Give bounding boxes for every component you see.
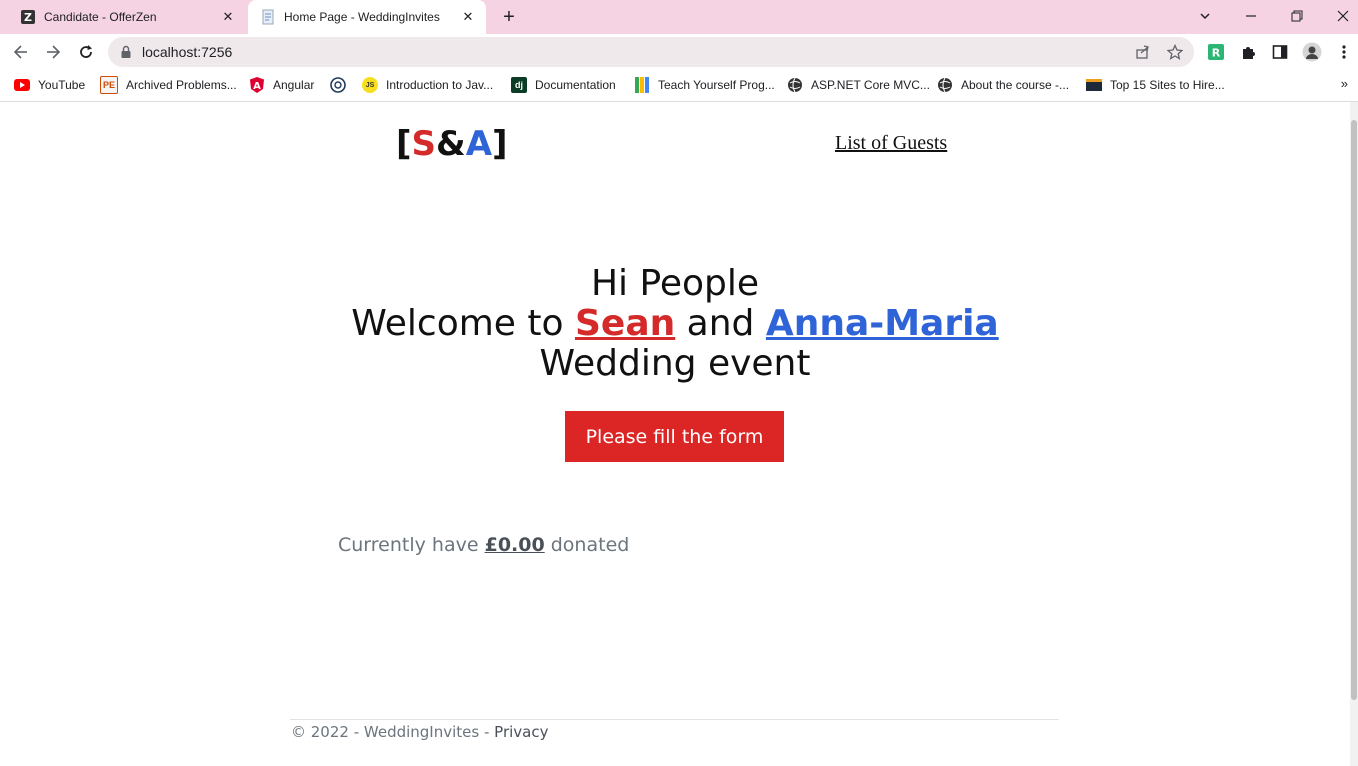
globe-icon [937, 77, 953, 93]
extension-r-icon[interactable]: R [1206, 42, 1226, 62]
bookmark-angular[interactable]: A Angular [249, 76, 314, 94]
bookmark-star-icon[interactable] [1166, 43, 1184, 61]
bookmark-youtube[interactable]: YouTube [14, 76, 85, 94]
page-scrollbar[interactable] [1350, 102, 1358, 766]
bookmark-top-15-sites[interactable]: Top 15 Sites to Hire... [1086, 76, 1225, 94]
privacy-link[interactable]: Privacy [494, 723, 548, 741]
address-bar[interactable]: localhost:7256 [108, 37, 1194, 67]
bookmark-label: About the course -... [961, 78, 1070, 92]
bookmark-label: Introduction to Jav... [386, 78, 494, 92]
restore-icon[interactable] [1286, 5, 1308, 27]
bookmark-colored-icon [634, 77, 650, 93]
js-icon: JS [362, 77, 378, 93]
tab-offerzen[interactable]: Z Candidate - OfferZen ✕ [8, 0, 246, 34]
menu-dots-icon[interactable] [1334, 42, 1354, 62]
footer-divider [290, 719, 1059, 720]
profile-avatar-icon[interactable] [1302, 42, 1322, 62]
tab-title: Candidate - OfferZen [44, 10, 157, 24]
lock-icon[interactable] [120, 45, 132, 64]
close-tab-icon[interactable]: ✕ [460, 9, 476, 25]
tab-search-chevron-icon[interactable] [1194, 5, 1216, 27]
welcome-heading: Hi People Welcome to Sean and Anna-Maria… [0, 264, 1350, 384]
offerzen-favicon-icon: Z [20, 9, 36, 25]
reload-icon[interactable] [75, 41, 97, 63]
side-panel-icon[interactable] [1270, 42, 1290, 62]
bookmark-label: Documentation [535, 78, 616, 92]
bookmark-label: Angular [273, 78, 315, 92]
minimize-icon[interactable] [1240, 5, 1262, 27]
share-icon[interactable] [1134, 43, 1152, 61]
brand-ampersand: & [436, 124, 466, 164]
donation-amount-link[interactable]: £0.00 [485, 534, 545, 556]
bookmark-documentation[interactable]: dj Documentation [511, 76, 616, 94]
youtube-icon [14, 77, 30, 93]
bookmark-aspnet[interactable]: ASP.NET Core MVC... [787, 76, 930, 94]
svg-text:A: A [253, 81, 261, 92]
bookmark-label: ASP.NET Core MVC... [811, 78, 930, 92]
bookmark-globe[interactable] [330, 76, 354, 94]
tab-strip: Z Candidate - OfferZen ✕ Home Page - Wed… [0, 0, 1358, 34]
scrollbar-thumb[interactable] [1351, 120, 1357, 700]
web-page: [S&A] List of Guests Hi People Welcome t… [0, 102, 1350, 766]
brand-bracket-open: [ [396, 124, 412, 164]
brand-logo[interactable]: [S&A] [396, 124, 508, 164]
brand-bracket-close: ] [492, 124, 508, 164]
bookmark-archived-problems[interactable]: PE Archived Problems... [100, 76, 237, 94]
footer-copyright: © 2022 - WeddingInvites - [291, 723, 495, 741]
bookmark-intro-javascript[interactable]: JS Introduction to Jav... [362, 76, 493, 94]
back-arrow-icon[interactable] [10, 41, 32, 63]
name-sean-link[interactable]: Sean [575, 303, 675, 344]
event-line: Wedding event [539, 343, 811, 384]
more-bookmarks-chevron-icon[interactable]: » [1341, 76, 1348, 91]
welcome-and: and [675, 303, 766, 344]
bookmarks-bar: YouTube PE Archived Problems... A Angula… [0, 70, 1358, 102]
name-anna-maria-link[interactable]: Anna-Maria [766, 303, 999, 344]
fill-form-button[interactable]: Please fill the form [565, 411, 784, 462]
django-icon: dj [511, 77, 527, 93]
bookmark-label: Archived Problems... [126, 78, 237, 92]
url-text: localhost:7256 [142, 44, 233, 60]
globe-icon [330, 77, 346, 93]
donation-status: Currently have £0.00 donated [338, 534, 629, 556]
tab-wedding-invites[interactable]: Home Page - WeddingInvites ✕ [248, 0, 486, 34]
extensions-puzzle-icon[interactable] [1238, 42, 1258, 62]
close-tab-icon[interactable]: ✕ [220, 9, 236, 25]
globe-icon [787, 77, 803, 93]
bookmark-label: Teach Yourself Prog... [658, 78, 775, 92]
browser-toolbar: localhost:7256 R [0, 34, 1358, 70]
donation-prefix: Currently have [338, 534, 485, 556]
bookmark-about-course[interactable]: About the course -... [937, 76, 1069, 94]
donation-suffix: donated [544, 534, 630, 556]
welcome-line: Welcome to Sean and Anna-Maria [0, 304, 1350, 344]
angular-icon: A [249, 77, 265, 93]
list-of-guests-link[interactable]: List of Guests [835, 132, 947, 155]
welcome-prefix: Welcome to [351, 303, 575, 344]
project-euler-icon: PE [100, 76, 118, 94]
page-favicon-icon [260, 9, 276, 25]
bookmark-label: YouTube [38, 78, 86, 92]
footer: © 2022 - WeddingInvites - Privacy [291, 723, 548, 741]
bookmark-teach-yourself[interactable]: Teach Yourself Prog... [634, 76, 775, 94]
bookmark-label: Top 15 Sites to Hire... [1110, 78, 1225, 92]
brand-s: S [411, 124, 437, 164]
site-icon [1086, 77, 1102, 93]
brand-a: A [465, 124, 493, 164]
svg-text:Z: Z [24, 11, 32, 24]
close-window-icon[interactable] [1332, 5, 1354, 27]
greeting-line: Hi People [590, 263, 760, 304]
tab-title: Home Page - WeddingInvites [284, 10, 440, 24]
new-tab-plus-icon[interactable]: + [498, 6, 520, 28]
forward-arrow-icon[interactable] [42, 41, 64, 63]
svg-text:R: R [1212, 47, 1221, 60]
